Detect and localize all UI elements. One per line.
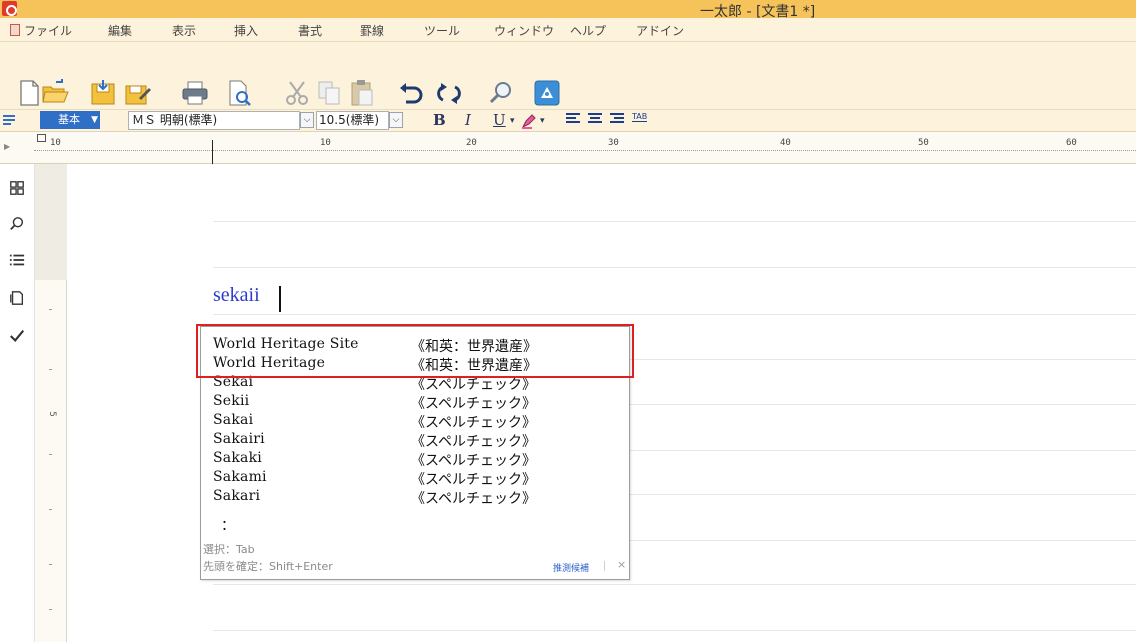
document-menu-icon[interactable] bbox=[10, 24, 20, 36]
suggestion-item[interactable]: World Heritage 《和英：世界遺産》 bbox=[213, 355, 623, 374]
copy-icon[interactable] bbox=[312, 76, 346, 110]
search-icon[interactable] bbox=[484, 76, 518, 110]
checkmark-icon[interactable] bbox=[8, 328, 26, 346]
menu-edit[interactable]: 編集 bbox=[108, 22, 132, 39]
menu-format[interactable]: 書式 bbox=[298, 22, 322, 39]
print-preview-icon[interactable] bbox=[222, 76, 256, 110]
app-icon[interactable] bbox=[2, 1, 17, 16]
suggestion-popup: World Heritage Site 《和英：世界遺産》 World Heri… bbox=[200, 326, 630, 580]
suggestion-item[interactable]: Sakairi 《スペルチェック》 bbox=[213, 431, 623, 450]
highlight-dropdown-icon[interactable]: ▾ bbox=[540, 116, 545, 126]
underline-dropdown-icon[interactable]: ▾ bbox=[510, 116, 515, 126]
ruler-toggle-icon[interactable]: ▶ bbox=[4, 142, 10, 151]
menu-view[interactable]: 表示 bbox=[172, 22, 196, 39]
horizontal-ruler[interactable]: ▶ 10 10 20 30 40 50 60 bbox=[0, 132, 1136, 164]
vertical-ruler-label: 5 bbox=[46, 411, 57, 417]
suggestion-item[interactable]: Sekai 《スペルチェック》 bbox=[213, 374, 623, 393]
chevron-down-icon: ▼ bbox=[91, 115, 98, 125]
ruler-indent-box[interactable] bbox=[37, 134, 46, 142]
print-icon[interactable] bbox=[178, 76, 212, 110]
style-select[interactable]: 基本 ▼ bbox=[40, 111, 100, 129]
tab-button[interactable]: TAB bbox=[632, 112, 648, 122]
ruler-label-60: 60 bbox=[1066, 138, 1077, 148]
grid-icon[interactable] bbox=[8, 180, 26, 198]
font-size-dropdown-icon[interactable]: ⌵ bbox=[389, 112, 403, 128]
italic-button[interactable]: I bbox=[465, 111, 471, 129]
save-as-icon[interactable] bbox=[120, 76, 154, 110]
suggestion-item[interactable]: Sakami 《スペルチェック》 bbox=[213, 469, 623, 488]
underline-button[interactable]: U bbox=[493, 111, 506, 129]
paragraph-style-icon[interactable] bbox=[2, 113, 16, 127]
suggestion-item[interactable]: Sakari 《スペルチェック》 bbox=[213, 488, 623, 507]
open-folder-icon[interactable] bbox=[38, 76, 72, 110]
ruler-label-10: 10 bbox=[320, 138, 331, 148]
cut-icon[interactable] bbox=[280, 76, 314, 110]
suggestion-item[interactable]: Sakaki 《スペルチェック》 bbox=[213, 450, 623, 469]
undo-icon[interactable] bbox=[394, 76, 428, 110]
select-hint: 選択：Tab bbox=[203, 543, 255, 556]
confirm-hint: 先頭を確定：Shift+Enter bbox=[203, 560, 333, 573]
menu-file[interactable]: ファイル bbox=[24, 22, 72, 39]
save-icon[interactable] bbox=[86, 76, 120, 110]
redo-icon[interactable] bbox=[432, 76, 466, 110]
ruler-label-30: 30 bbox=[608, 138, 619, 148]
ruler-left-label: 10 bbox=[50, 138, 61, 148]
format-bar: 基本 ▼ ＭＳ 明朝(標準) ⌵ 10.5(標準) ⌵ B I U ▾ ▾ TA… bbox=[0, 110, 1136, 132]
ruler-label-40: 40 bbox=[780, 138, 791, 148]
menu-insert[interactable]: 挿入 bbox=[234, 22, 258, 39]
suggestion-item[interactable]: Sekii 《スペルチェック》 bbox=[213, 393, 623, 412]
more-suggestions-indicator: ： bbox=[221, 518, 235, 534]
bold-button[interactable]: B bbox=[433, 111, 446, 129]
side-tool-strip bbox=[0, 164, 35, 642]
style-select-value: 基本 bbox=[58, 113, 80, 126]
ruler-label-50: 50 bbox=[918, 138, 929, 148]
align-right-icon[interactable] bbox=[610, 113, 624, 126]
ruler-caret-marker bbox=[212, 140, 213, 164]
ruler-label-20: 20 bbox=[466, 138, 477, 148]
paste-icon[interactable] bbox=[344, 76, 378, 110]
menu-ruled-line[interactable]: 罫線 bbox=[360, 22, 384, 39]
help-icon[interactable] bbox=[530, 76, 564, 110]
typed-text[interactable]: sekaii bbox=[213, 284, 260, 307]
title-bar: 一太郎 - [文書1 *] bbox=[0, 0, 1136, 20]
menu-addin[interactable]: アドイン bbox=[636, 22, 684, 39]
standard-toolbar: ▾ ▾ ▾ ▾ ▾ bbox=[0, 42, 1136, 146]
menu-bar: ファイル 編集 表示 挿入 書式 罫線 ツール ウィンドウ ヘルプ アドイン bbox=[0, 18, 1136, 42]
menu-help[interactable]: ヘルプ bbox=[570, 22, 606, 39]
suggestion-item[interactable]: World Heritage Site 《和英：世界遺産》 bbox=[213, 336, 623, 355]
search-panel-icon[interactable] bbox=[8, 216, 26, 234]
highlight-pen-icon[interactable] bbox=[520, 112, 538, 130]
menu-window[interactable]: ウィンドウ bbox=[494, 22, 554, 39]
menu-tools[interactable]: ツール bbox=[424, 22, 460, 39]
align-center-icon[interactable] bbox=[588, 113, 602, 126]
document-panel-icon[interactable] bbox=[8, 290, 26, 308]
text-caret bbox=[279, 286, 281, 312]
align-left-icon[interactable] bbox=[566, 113, 580, 126]
font-size-select[interactable]: 10.5(標準) bbox=[316, 111, 389, 130]
font-family-select[interactable]: ＭＳ 明朝(標準) bbox=[128, 111, 300, 130]
suggestion-item[interactable]: Sakai 《スペルチェック》 bbox=[213, 412, 623, 431]
font-family-dropdown-icon[interactable]: ⌵ bbox=[300, 112, 314, 128]
prediction-candidates-link[interactable]: 推測候補 bbox=[553, 561, 589, 574]
close-icon[interactable]: × bbox=[617, 558, 626, 571]
outline-list-icon[interactable] bbox=[8, 252, 26, 270]
